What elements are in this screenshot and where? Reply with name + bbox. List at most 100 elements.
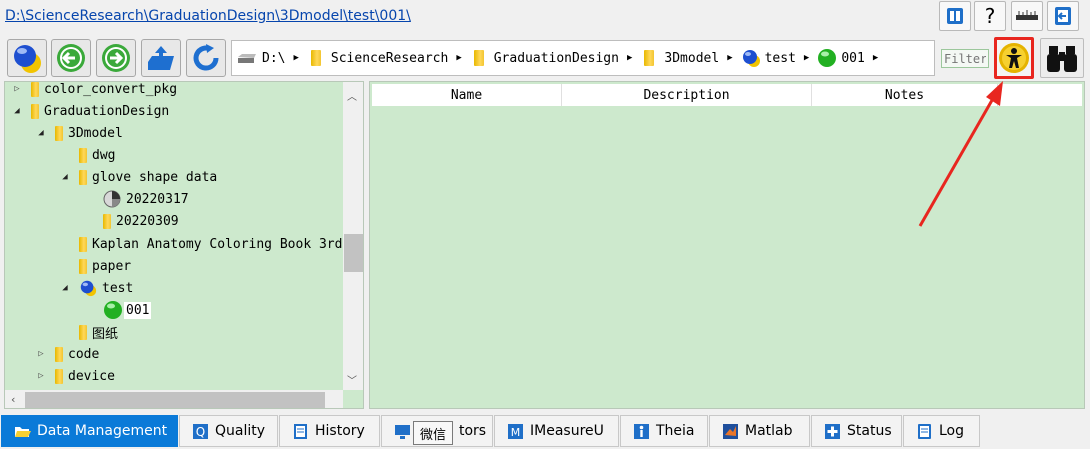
- tree-scroll-thumb[interactable]: [344, 234, 363, 272]
- breadcrumb-item-scienceresearch[interactable]: ScienceResearch ▶: [310, 50, 462, 66]
- tab-history[interactable]: History: [279, 415, 380, 447]
- tree-node-label: dwg: [92, 147, 116, 163]
- tab-log[interactable]: Log: [903, 415, 980, 447]
- ruler-icon: [1016, 10, 1038, 20]
- tab-matlab[interactable]: Matlab: [709, 415, 810, 447]
- globe-icon: [14, 45, 41, 73]
- measure-button[interactable]: [1011, 1, 1043, 31]
- forward-button[interactable]: [96, 39, 136, 77]
- tab-status[interactable]: Status: [811, 415, 902, 447]
- collapse-toggle-icon[interactable]: ◢: [11, 106, 23, 116]
- green-ball-icon: [818, 49, 837, 67]
- tab-quality[interactable]: Q Quality: [179, 415, 278, 447]
- plus-icon: [824, 423, 841, 440]
- tab-label: IMeasureU: [530, 423, 604, 439]
- tree-node[interactable]: dwg: [59, 144, 115, 166]
- tree-node-label: device: [68, 368, 115, 384]
- folder-icon: [55, 125, 63, 141]
- tree-vertical-scrollbar[interactable]: ︿ ﹀: [343, 82, 363, 390]
- scroll-left-icon[interactable]: ‹: [10, 393, 17, 406]
- tree-node-label: glove shape data: [92, 169, 218, 185]
- filter-input[interactable]: [941, 49, 989, 68]
- taskbar-tooltip: 微信: [413, 421, 453, 445]
- login-button[interactable]: [1047, 1, 1079, 31]
- tree-hscroll-thumb[interactable]: [25, 392, 325, 408]
- collapse-toggle-icon[interactable]: ◢: [59, 283, 71, 293]
- log-icon: [916, 423, 933, 440]
- folder-icon: [103, 213, 111, 229]
- drive-icon: [238, 54, 256, 63]
- person-filter-icon: [999, 43, 1029, 73]
- tree-node[interactable]: paper: [59, 255, 131, 277]
- breadcrumb-item-001[interactable]: 001 ▶: [817, 48, 878, 68]
- collapse-toggle-icon[interactable]: ◢: [59, 172, 71, 182]
- tree-node[interactable]: Kaplan Anatomy Coloring Book 3rdE: [59, 233, 350, 255]
- tab-label: Quality: [215, 423, 266, 439]
- tree-node[interactable]: 图纸: [59, 321, 118, 343]
- tab-label: Log: [939, 423, 965, 439]
- parent-folder-button[interactable]: [141, 39, 181, 77]
- expand-toggle-icon[interactable]: ▷: [35, 349, 47, 359]
- expand-toggle-icon[interactable]: ▷: [35, 371, 47, 381]
- tree-node[interactable]: ▷ color_convert_pkg: [11, 81, 178, 100]
- folder-icon: [31, 103, 39, 119]
- back-arrow-icon: [57, 44, 85, 72]
- tree-node-label: test: [102, 280, 134, 296]
- tree-node-label: color_convert_pkg: [44, 81, 178, 97]
- tree-horizontal-scrollbar[interactable]: ‹: [5, 390, 343, 408]
- filter-apply-button[interactable]: [994, 37, 1034, 79]
- tree-node[interactable]: ◢ GraduationDesign: [11, 100, 169, 122]
- refresh-button[interactable]: [186, 39, 226, 77]
- folder-icon: [55, 346, 63, 362]
- tree-node[interactable]: ◢ glove shape data: [59, 166, 217, 188]
- home-globe-button[interactable]: [7, 39, 47, 77]
- tree-node[interactable]: 20220317: [83, 188, 189, 210]
- history-icon: [292, 423, 309, 440]
- refresh-icon: [193, 44, 219, 71]
- folder-icon: [79, 169, 87, 185]
- tree-node[interactable]: 20220309: [83, 210, 179, 232]
- tab-label: Theia: [656, 423, 695, 439]
- tab-label: History: [315, 423, 365, 439]
- folder-tree[interactable]: ▷ color_convert_pkg ◢ GraduationDesign ◢ 3Dmo…: [4, 81, 364, 409]
- tab-theia[interactable]: Theia: [620, 415, 708, 447]
- folder-open-icon: [14, 423, 31, 440]
- tab-imeasureu[interactable]: M IMeasureU: [494, 415, 619, 447]
- folder-icon: [644, 50, 655, 66]
- collapse-toggle-icon[interactable]: ◢: [35, 128, 47, 138]
- imeasureu-icon: M: [507, 423, 524, 440]
- scroll-up-icon[interactable]: ︿: [347, 88, 357, 103]
- tree-node[interactable]: ▷ device: [35, 365, 115, 387]
- breadcrumb: D:\ ▶ ScienceResearch ▶ GraduationDesign ▶ …: [231, 40, 935, 76]
- folder-icon: [473, 50, 484, 66]
- upload-folder-icon: [148, 46, 174, 70]
- tree-node-label: GraduationDesign: [44, 103, 170, 119]
- scroll-down-icon[interactable]: ﹀: [347, 372, 357, 387]
- back-button[interactable]: [51, 39, 91, 77]
- tree-node[interactable]: ▷ code: [35, 343, 99, 365]
- search-button[interactable]: [1040, 38, 1084, 78]
- tree-node[interactable]: ◢ test: [59, 277, 133, 299]
- tree-node-label: 图纸: [92, 326, 119, 342]
- breadcrumb-item-test[interactable]: test ▶: [741, 48, 809, 68]
- monitor-icon: [394, 423, 411, 440]
- current-path-link[interactable]: D:\ScienceResearch\GraduationDesign\3Dmo…: [5, 8, 411, 24]
- svg-text:Q: Q: [196, 425, 205, 439]
- tree-node-label: code: [68, 346, 100, 362]
- tab-label: Status: [847, 423, 892, 439]
- column-header-notes[interactable]: Notes: [812, 84, 998, 106]
- breadcrumb-item-drive[interactable]: D:\ ▶: [236, 51, 299, 66]
- column-header-description[interactable]: Description: [562, 84, 812, 106]
- folder-icon: [79, 324, 87, 340]
- bookmarks-button[interactable]: [939, 1, 971, 31]
- column-header-name[interactable]: Name: [372, 84, 562, 106]
- tab-data-management[interactable]: Data Management: [1, 415, 178, 447]
- help-button[interactable]: ?: [974, 1, 1006, 31]
- file-list-panel[interactable]: Name Description Notes: [369, 81, 1085, 409]
- breadcrumb-item-3dmodel[interactable]: 3Dmodel ▶: [644, 50, 733, 66]
- tree-node-label: 3Dmodel: [68, 125, 123, 141]
- tree-node[interactable]: 001: [83, 299, 152, 321]
- tree-node[interactable]: ◢ 3Dmodel: [35, 122, 123, 144]
- breadcrumb-item-graduationdesign[interactable]: GraduationDesign ▶: [473, 50, 632, 66]
- expand-toggle-icon[interactable]: ▷: [11, 84, 23, 94]
